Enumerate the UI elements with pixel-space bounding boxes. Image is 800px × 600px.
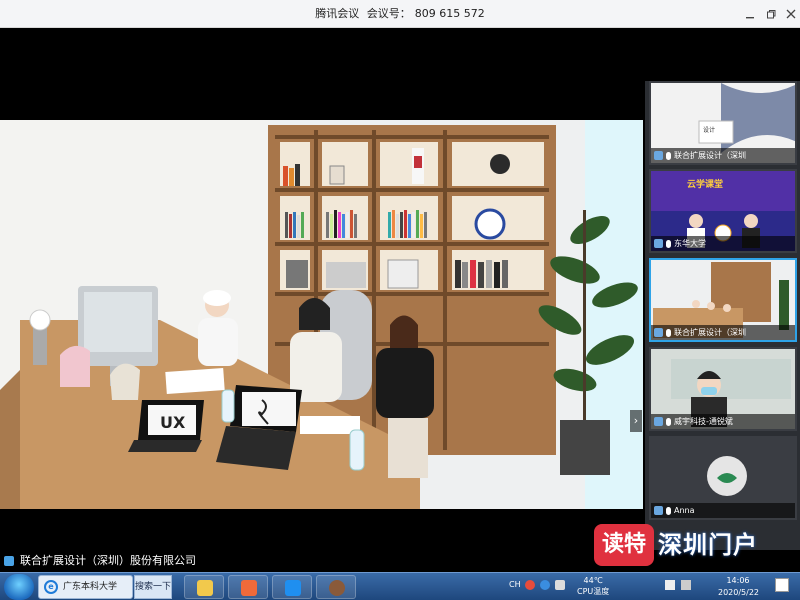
volume-icon[interactable] <box>665 580 675 590</box>
notification-icon[interactable] <box>775 578 789 592</box>
participant-label: 联合扩展设计（深圳 <box>651 148 795 163</box>
window-title: 腾讯会议 会议号： 809 615 572 <box>0 0 800 28</box>
sogou-icon[interactable] <box>525 580 535 590</box>
user-icon <box>654 239 663 248</box>
office-scene: UX <box>0 120 643 509</box>
restore-button[interactable] <box>763 6 779 22</box>
participant-name: Anna <box>674 506 695 515</box>
participant-name: 威宇科技-通锐斌 <box>674 417 733 426</box>
help-icon[interactable] <box>540 580 550 590</box>
ie-taskbar-item[interactable]: e 广东本科大学 <box>38 575 133 599</box>
minimize-icon <box>746 17 754 19</box>
participant-tile-active[interactable]: 联合扩展设计（深圳 <box>649 258 797 342</box>
taskbar-app-media[interactable] <box>228 575 268 599</box>
taskbar-app-explorer[interactable] <box>184 575 224 599</box>
user-icon <box>654 417 663 426</box>
mic-icon <box>666 417 671 426</box>
ie-label: 广东本科大学 <box>63 582 118 592</box>
taskbar-app-game[interactable] <box>316 575 356 599</box>
participant-name: 联合扩展设计（深圳 <box>674 151 746 160</box>
speaker-name: 联合扩展设计（深圳）股份有限公司 <box>20 554 196 567</box>
participant-label: 东华大学 <box>651 236 795 251</box>
user-icon <box>654 151 663 160</box>
mic-icon <box>666 239 671 248</box>
start-button[interactable] <box>4 574 34 600</box>
cpu-temp-value: 44℃ <box>583 576 603 585</box>
svg-text:UX: UX <box>160 413 186 432</box>
watermark-badge: 读特 <box>594 524 654 566</box>
user-icon <box>654 328 663 337</box>
svg-text:云学课堂: 云学课堂 <box>687 178 723 190</box>
cpu-temp-label: CPU温度 <box>577 587 610 596</box>
watermark-text: 深圳门户 <box>658 531 758 559</box>
clock-date: 2020/5/22 <box>718 588 760 597</box>
language-indicator[interactable]: CH <box>509 580 521 589</box>
watermark-logo: 读特 深圳门户 <box>590 520 800 570</box>
expand-panel-arrow[interactable]: › <box>630 410 642 432</box>
mic-icon <box>666 151 671 160</box>
windows-taskbar: e 广东本科大学 搜索一下 CH 44℃ CPU温度 14:06 2020/5/… <box>0 572 800 600</box>
participant-tile[interactable]: 云学课堂 东华大学 <box>649 169 797 253</box>
close-button[interactable] <box>783 6 799 22</box>
participant-panel: 设计 联合扩展设计（深圳 云学课堂 东华大学 联合扩展设计（深圳 威宇科技-通锐… <box>645 29 800 550</box>
speaker-video[interactable]: UX › <box>0 120 643 509</box>
network-icon[interactable] <box>681 580 691 590</box>
clock[interactable]: 14:06 2020/5/22 <box>718 575 760 599</box>
search-button[interactable]: 搜索一下 <box>134 575 172 599</box>
tray-icon[interactable] <box>555 580 565 590</box>
mic-icon <box>666 328 671 337</box>
user-icon <box>654 506 663 515</box>
participant-label: 联合扩展设计（深圳 <box>651 325 795 340</box>
avatar-icon <box>329 580 345 596</box>
participant-tile[interactable]: 威宇科技-通锐斌 <box>649 347 797 431</box>
minimize-button[interactable] <box>742 6 758 22</box>
restore-icon <box>767 10 776 19</box>
panel-spacer <box>645 29 800 81</box>
taskbar-app-meeting[interactable] <box>272 575 312 599</box>
participant-label: Anna <box>651 503 795 518</box>
clock-time: 14:06 <box>726 576 750 585</box>
participant-tile[interactable]: 设计 联合扩展设计（深圳 <box>649 81 797 165</box>
meeting-id-label: 会议号： <box>366 7 411 20</box>
user-icon <box>4 556 14 566</box>
meeting-icon <box>285 580 301 596</box>
app-name: 腾讯会议 <box>315 7 360 20</box>
media-icon <box>241 580 257 596</box>
participant-label: 威宇科技-通锐斌 <box>651 414 795 429</box>
meeting-id: 809 615 572 <box>414 7 485 20</box>
meeting-app: 腾讯会议 会议号： 809 615 572 UX › 设计 联合扩展设计（深圳 … <box>0 0 800 600</box>
title-bar: 腾讯会议 会议号： 809 615 572 <box>0 0 800 28</box>
svg-text:设计: 设计 <box>703 126 715 134</box>
participant-tile[interactable]: Anna <box>649 436 797 520</box>
folder-icon <box>197 580 213 596</box>
main-video-area[interactable]: UX › <box>0 29 645 550</box>
ie-icon: e <box>44 580 58 594</box>
participant-name: 联合扩展设计（深圳 <box>674 328 746 337</box>
participant-name: 东华大学 <box>674 239 706 248</box>
cpu-temperature: 44℃ CPU温度 <box>577 575 609 597</box>
mic-icon <box>666 506 671 515</box>
close-icon <box>786 9 796 19</box>
